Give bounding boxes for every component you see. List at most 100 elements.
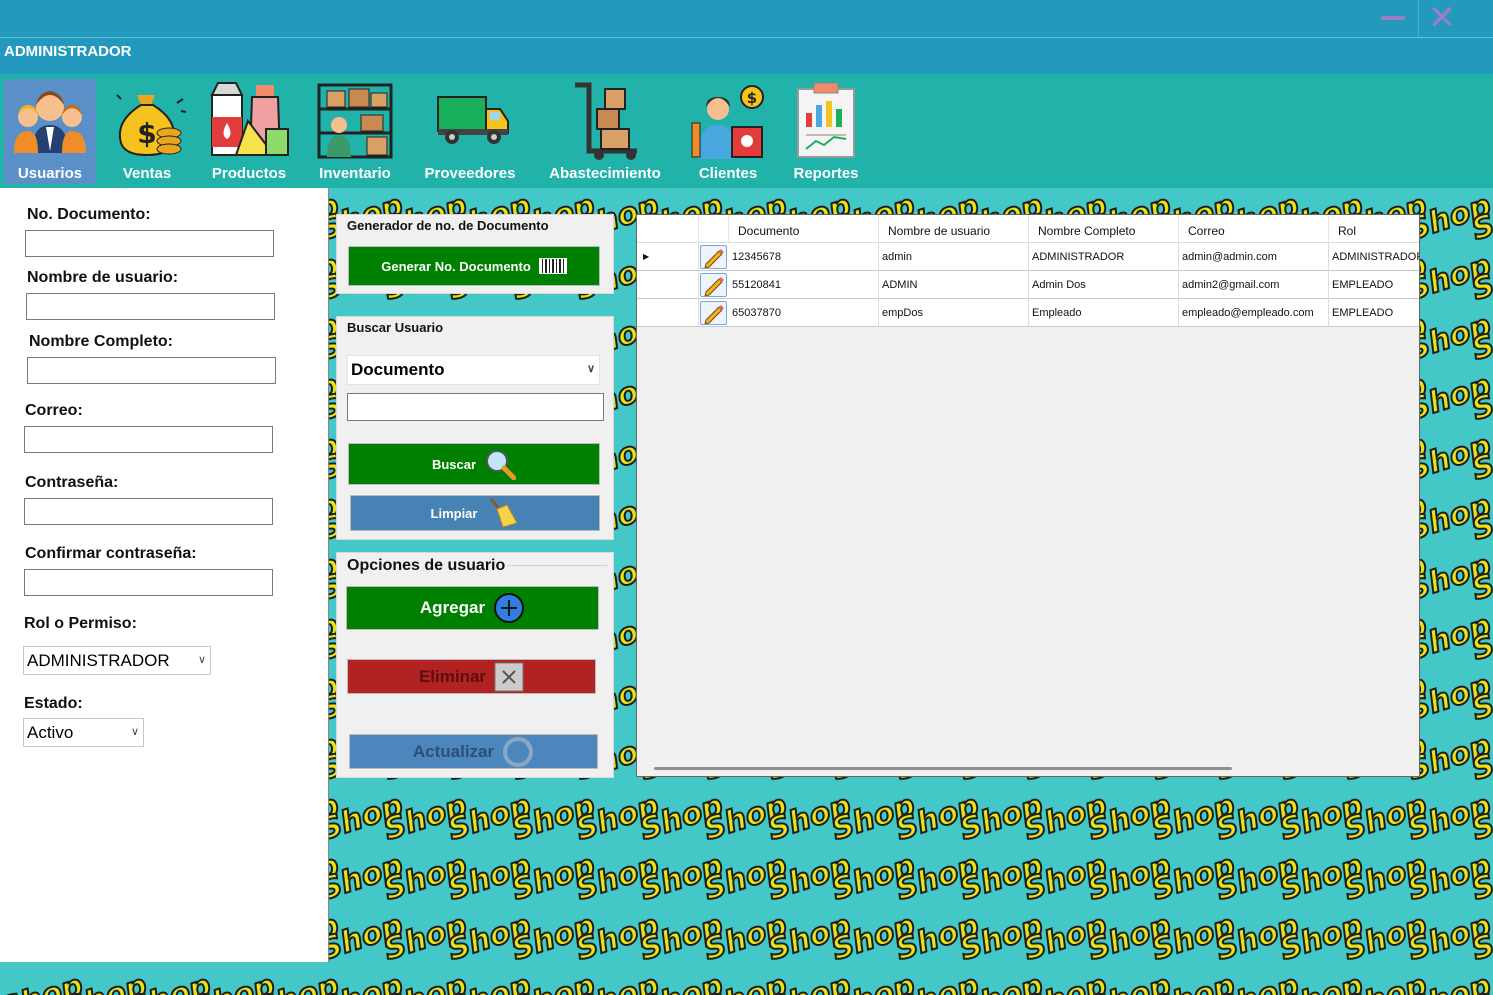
titlebar-divider xyxy=(1418,0,1419,37)
header-edit xyxy=(699,215,729,243)
table-row[interactable]: 65037870 empDos Empleado empleado@emplea… xyxy=(637,299,1419,327)
chevron-down-icon: ∨ xyxy=(586,363,595,375)
correo-input[interactable] xyxy=(24,426,273,453)
cell-correo: admin@admin.com xyxy=(1179,243,1329,271)
horizontal-scrollbar[interactable] xyxy=(654,767,1232,770)
cell-documento: 55120841 xyxy=(729,271,879,299)
limpiar-label: Limpiar xyxy=(430,505,478,521)
contrasena-label: Contraseña: xyxy=(25,474,119,491)
actualizar-button[interactable]: Actualizar xyxy=(349,734,598,769)
generator-title: Generador de no. de Documento xyxy=(347,218,549,233)
minimize-button[interactable] xyxy=(1381,16,1405,20)
main-menu: Usuarios $ Ventas Productos Inventario P… xyxy=(0,74,1493,188)
menu-label-reportes: Reportes xyxy=(793,165,859,182)
buscar-button[interactable]: Buscar xyxy=(348,443,600,485)
menu-label-clientes: Clientes xyxy=(698,165,758,182)
options-title-divider xyxy=(507,565,607,566)
confirmar-contrasena-label: Confirmar contraseña: xyxy=(25,545,197,562)
chevron-down-icon: ∨ xyxy=(130,726,139,738)
svg-text:$: $ xyxy=(747,89,757,107)
header-documento[interactable]: Documento xyxy=(729,215,879,243)
users-grid: Documento Nombre de usuario Nombre Compl… xyxy=(636,214,1420,777)
search-title: Buscar Usuario xyxy=(347,320,444,335)
cell-nombre-usuario: admin xyxy=(879,243,1029,271)
delivery-truck-icon xyxy=(437,96,509,144)
buscar-label: Buscar xyxy=(431,456,477,472)
menu-label-ventas: Ventas xyxy=(122,165,172,182)
menu-item-inventario[interactable]: Inventario xyxy=(312,79,398,184)
app-title: ADMINISTRADOR xyxy=(4,43,132,60)
menu-item-reportes[interactable]: Reportes xyxy=(788,79,864,184)
menu-item-productos[interactable]: Productos xyxy=(206,79,292,184)
header-rol[interactable]: Rol xyxy=(1329,215,1419,243)
report-clipboard-icon xyxy=(797,82,855,158)
user-form-panel: No. Documento: Nombre de usuario: Nombre… xyxy=(0,188,329,962)
cell-correo: empleado@empleado.com xyxy=(1179,299,1329,327)
usuario-input[interactable] xyxy=(26,293,275,320)
contrasena-input[interactable] xyxy=(24,498,273,525)
search-input[interactable] xyxy=(347,393,604,421)
menu-item-proveedores[interactable]: Proveedores xyxy=(418,79,522,184)
nombre-completo-label: Nombre Completo: xyxy=(29,333,173,350)
rol-select-value: ADMINISTRADOR xyxy=(27,651,170,670)
header-correo[interactable]: Correo xyxy=(1179,215,1329,243)
shopper-icon: $ xyxy=(691,85,764,159)
barcode-icon xyxy=(538,258,567,274)
menu-item-usuarios[interactable]: Usuarios xyxy=(4,79,96,184)
groceries-icon xyxy=(210,82,289,156)
limpiar-button[interactable]: Limpiar xyxy=(350,495,600,531)
menu-item-clientes[interactable]: $ Clientes xyxy=(686,79,770,184)
edit-pencil-icon[interactable] xyxy=(700,301,727,325)
nombre-completo-input[interactable] xyxy=(27,357,276,384)
estado-select[interactable]: Activo ∨ xyxy=(23,718,144,747)
row-header-corner xyxy=(637,215,699,243)
cell-nombre-usuario: ADMIN xyxy=(879,271,1029,299)
search-group: Buscar Usuario Documento ∨ Buscar Limpia… xyxy=(336,316,614,540)
svg-text:$: $ xyxy=(137,117,156,150)
cell-rol: ADMINISTRADOR xyxy=(1329,243,1419,271)
money-bag-icon: $ xyxy=(116,94,187,157)
cell-correo: admin2@gmail.com xyxy=(1179,271,1329,299)
cell-rol: EMPLEADO xyxy=(1329,299,1419,327)
close-button[interactable]: ✕ xyxy=(1425,1,1459,35)
correo-label: Correo: xyxy=(25,402,83,419)
menu-item-ventas[interactable]: $ Ventas xyxy=(104,79,190,184)
grid-header: Documento Nombre de usuario Nombre Compl… xyxy=(637,215,1419,243)
eliminar-label: Eliminar xyxy=(418,666,487,686)
generar-documento-button[interactable]: Generar No. Documento xyxy=(348,246,600,286)
row-header xyxy=(637,299,699,327)
cell-rol: EMPLEADO xyxy=(1329,271,1419,299)
documento-input[interactable] xyxy=(25,230,274,257)
hand-truck-icon xyxy=(575,82,637,160)
edit-pencil-icon[interactable] xyxy=(700,273,727,297)
magnifier-icon xyxy=(486,450,517,480)
menu-label-usuarios: Usuarios xyxy=(17,165,83,182)
menu-item-abastecimiento[interactable]: Abastecimiento xyxy=(540,79,670,184)
menu-label-proveedores: Proveedores xyxy=(424,165,516,182)
rol-select[interactable]: ADMINISTRADOR ∨ xyxy=(23,646,211,675)
estado-label: Estado: xyxy=(24,695,83,712)
header-nombre-usuario[interactable]: Nombre de usuario xyxy=(879,215,1029,243)
table-row[interactable]: ▶ 12345678 admin ADMINISTRADOR admin@adm… xyxy=(637,243,1419,271)
cell-nombre-completo: ADMINISTRADOR xyxy=(1029,243,1179,271)
search-field-value: Documento xyxy=(351,360,445,379)
documento-label: No. Documento: xyxy=(27,206,151,223)
table-row[interactable]: 55120841 ADMIN Admin Dos admin2@gmail.co… xyxy=(637,271,1419,299)
confirmar-contrasena-input[interactable] xyxy=(24,569,273,596)
search-field-select[interactable]: Documento ∨ xyxy=(347,355,600,385)
header-nombre-completo[interactable]: Nombre Completo xyxy=(1029,215,1179,243)
menu-label-inventario: Inventario xyxy=(319,165,391,182)
cell-documento: 12345678 xyxy=(729,243,879,271)
cell-nombre-completo: Empleado xyxy=(1029,299,1179,327)
menu-label-abastecimiento: Abastecimiento xyxy=(549,165,661,182)
agregar-button[interactable]: Agregar xyxy=(346,586,599,630)
eliminar-button[interactable]: Eliminar xyxy=(347,659,596,694)
app-header: ADMINISTRADOR xyxy=(0,37,1493,74)
cell-nombre-usuario: empDos xyxy=(879,299,1029,327)
row-header xyxy=(637,271,699,299)
current-row-indicator-icon: ▶ xyxy=(637,243,699,271)
estado-select-value: Activo xyxy=(27,723,74,742)
generator-group: Generador de no. de Documento Generar No… xyxy=(336,214,614,294)
cell-documento: 65037870 xyxy=(729,299,879,327)
edit-pencil-icon[interactable] xyxy=(700,245,727,269)
